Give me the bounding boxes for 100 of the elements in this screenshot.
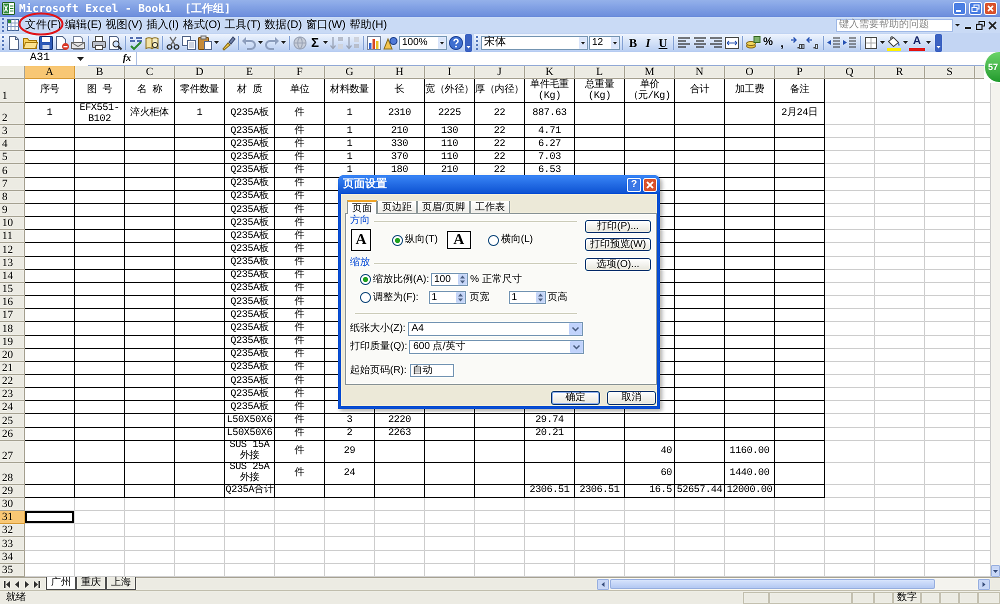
row-header[interactable]: 31 bbox=[0, 511, 25, 524]
dialog-button[interactable]: 打印预览(W) bbox=[585, 238, 651, 251]
dialog-button[interactable]: 取消 bbox=[607, 391, 656, 405]
dialog-tab[interactable]: 页面 bbox=[347, 200, 377, 214]
left-arrow-icon[interactable] bbox=[13, 580, 21, 588]
print-quality-dropdown[interactable]: 600 点/英寸 bbox=[409, 340, 584, 354]
spin-arrows-icon[interactable] bbox=[458, 274, 468, 285]
overflow-chevron-icon[interactable] bbox=[465, 34, 472, 52]
restore-icon[interactable] bbox=[976, 20, 985, 30]
insert-function-button[interactable]: fx bbox=[121, 52, 133, 64]
paper-size-dropdown[interactable]: A4 bbox=[408, 322, 583, 336]
column-header[interactable]: P bbox=[775, 66, 825, 79]
spin-arrows-icon[interactable] bbox=[536, 292, 545, 303]
row-header[interactable]: 27 bbox=[0, 440, 25, 462]
radio-button[interactable] bbox=[360, 292, 371, 303]
dialog-tab[interactable]: 页眉/页脚 bbox=[417, 201, 470, 213]
menu-item[interactable]: 数据(D) bbox=[264, 18, 303, 32]
clipboard-icon[interactable] bbox=[197, 34, 213, 50]
row-header[interactable]: 6 bbox=[0, 164, 25, 177]
column-header[interactable]: R bbox=[875, 66, 925, 79]
column-header[interactable]: J bbox=[475, 66, 525, 79]
row-header[interactable]: 32 bbox=[0, 524, 25, 536]
column-header[interactable]: A bbox=[25, 66, 75, 79]
menu-item[interactable]: 视图(V) bbox=[104, 18, 144, 32]
radio-button[interactable] bbox=[360, 274, 371, 285]
caret-icon[interactable] bbox=[258, 41, 263, 44]
restricted-page-icon[interactable] bbox=[54, 34, 70, 50]
row-header[interactable]: 21 bbox=[0, 362, 25, 374]
caret-icon[interactable] bbox=[926, 41, 931, 44]
dialog-button[interactable]: 选项(O)... bbox=[585, 258, 651, 271]
row-header[interactable]: 2 bbox=[0, 103, 25, 124]
copy-icon[interactable] bbox=[181, 34, 197, 50]
underline-button[interactable]: U bbox=[655, 34, 671, 50]
row-header[interactable]: 20 bbox=[0, 348, 25, 361]
column-header[interactable]: H bbox=[375, 66, 425, 79]
row-header[interactable]: 11 bbox=[0, 230, 25, 242]
sheet-tab[interactable]: 广州 bbox=[46, 576, 76, 590]
radio-button[interactable] bbox=[488, 234, 499, 246]
column-header[interactable]: M bbox=[625, 66, 675, 79]
radio-label[interactable]: 纵向(T) bbox=[405, 235, 438, 245]
menu-item[interactable]: 编辑(E) bbox=[64, 18, 103, 32]
overflow-chevron-icon[interactable] bbox=[935, 34, 942, 52]
column-header[interactable]: O bbox=[725, 66, 775, 79]
bold-button[interactable]: B bbox=[625, 34, 641, 50]
radio-label[interactable]: 缩放比例(A): bbox=[373, 274, 430, 284]
row-header[interactable]: 12 bbox=[0, 243, 25, 256]
column-header[interactable]: L bbox=[575, 66, 625, 79]
row-header[interactable]: 9 bbox=[0, 204, 25, 216]
row-header[interactable]: 5 bbox=[0, 151, 25, 164]
scrollbar-thumb[interactable] bbox=[610, 579, 935, 589]
row-header[interactable]: 16 bbox=[0, 296, 25, 308]
radio-button[interactable] bbox=[392, 234, 403, 246]
printer-icon[interactable] bbox=[91, 34, 107, 50]
spin-arrows-icon[interactable] bbox=[456, 292, 465, 303]
caret-icon[interactable] bbox=[880, 41, 885, 44]
row-header[interactable]: 34 bbox=[0, 550, 25, 563]
italic-button[interactable]: I bbox=[641, 34, 655, 50]
column-header[interactable]: C bbox=[125, 66, 175, 79]
caret-icon[interactable] bbox=[323, 41, 328, 44]
column-header[interactable]: Q bbox=[825, 66, 875, 79]
help-search-field[interactable]: 键入需要帮助的问题 bbox=[836, 18, 953, 32]
row-header[interactable]: 7 bbox=[0, 178, 25, 190]
paint-bucket-icon[interactable] bbox=[886, 34, 902, 50]
row-header[interactable]: 14 bbox=[0, 270, 25, 282]
first-page-number-field[interactable]: 自动 bbox=[410, 364, 454, 377]
row-header[interactable]: 26 bbox=[0, 428, 25, 440]
column-header[interactable]: G bbox=[325, 66, 375, 79]
dialog-button[interactable]: 打印(P)... bbox=[585, 220, 651, 233]
comma-button[interactable]: , bbox=[775, 34, 789, 50]
row-header[interactable]: 28 bbox=[0, 462, 25, 484]
row-header[interactable]: 17 bbox=[0, 309, 25, 322]
row-header[interactable]: 23 bbox=[0, 388, 25, 400]
horizontal-scrollbar[interactable] bbox=[597, 578, 990, 590]
vertical-scrollbar[interactable] bbox=[990, 83, 1000, 577]
zoom-dropdown[interactable]: 100% bbox=[399, 36, 447, 50]
caret-icon[interactable] bbox=[903, 41, 908, 44]
radio-label[interactable]: 横向(L) bbox=[500, 235, 534, 245]
active-cell[interactable] bbox=[25, 511, 74, 524]
decrease-indent-icon[interactable] bbox=[826, 34, 842, 50]
book-magnifier-icon[interactable] bbox=[144, 34, 160, 50]
align-right-icon[interactable] bbox=[708, 34, 724, 50]
envelope-page-icon[interactable] bbox=[70, 34, 86, 50]
column-header[interactable]: K bbox=[525, 66, 575, 79]
left-arrow-digit-icon[interactable] bbox=[805, 34, 821, 50]
percent-button[interactable]: % bbox=[761, 34, 775, 50]
autosum-button[interactable]: Σ bbox=[308, 34, 322, 50]
shapes-icon[interactable] bbox=[382, 34, 398, 50]
last-arrow-icon[interactable] bbox=[33, 580, 41, 588]
row-header[interactable]: 30 bbox=[0, 498, 25, 510]
row-header[interactable]: 22 bbox=[0, 374, 25, 388]
row-header[interactable]: 13 bbox=[0, 256, 25, 269]
menu-item[interactable]: 帮助(H) bbox=[348, 18, 388, 32]
column-header[interactable]: I bbox=[425, 66, 475, 79]
column-header[interactable]: S bbox=[925, 66, 975, 79]
menu-item[interactable]: 窗口(W) bbox=[305, 18, 347, 32]
number-spinner[interactable]: 1 bbox=[508, 291, 546, 304]
first-arrow-icon[interactable] bbox=[3, 580, 11, 588]
align-left-icon[interactable] bbox=[676, 34, 692, 50]
increase-indent-icon[interactable] bbox=[842, 34, 858, 50]
font-size-dropdown[interactable]: 12 bbox=[589, 36, 620, 50]
